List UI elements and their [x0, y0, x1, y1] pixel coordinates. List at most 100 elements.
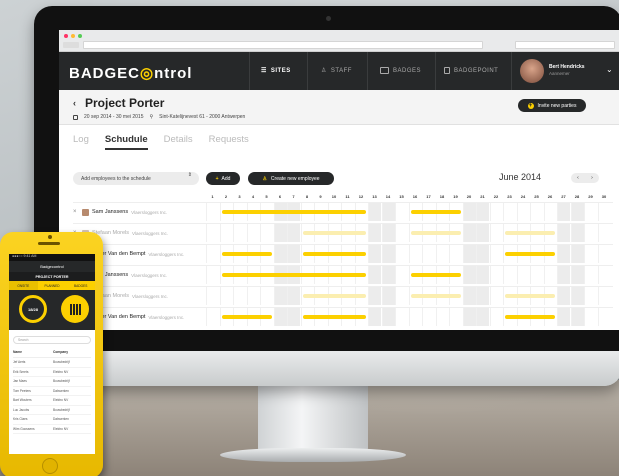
day-cell[interactable]	[462, 266, 476, 284]
nav-item-sites[interactable]: ☰ SITES	[261, 67, 291, 75]
day-cell[interactable]	[557, 245, 570, 263]
day-cell[interactable]	[489, 245, 503, 263]
schedule-bar[interactable]	[410, 210, 461, 214]
day-cell[interactable]	[476, 287, 489, 305]
avatar[interactable]	[520, 59, 544, 83]
day-cell[interactable]	[584, 224, 597, 242]
schedule-bar[interactable]	[505, 315, 555, 319]
tab-details[interactable]: Details	[164, 134, 193, 150]
table-row[interactable]: ×Didier Van den BemptVlaersloggers Inc.	[73, 244, 613, 263]
day-cell[interactable]	[422, 308, 435, 326]
day-cell[interactable]	[476, 203, 489, 221]
schedule-bar[interactable]	[221, 273, 366, 277]
day-cell[interactable]	[597, 224, 611, 242]
day-cell[interactable]	[584, 203, 597, 221]
phone-list-item[interactable]: Jef Aerts Bouwbedrijf	[13, 358, 91, 368]
day-cell[interactable]	[570, 203, 584, 221]
day-cell[interactable]	[462, 308, 476, 326]
schedule-bar[interactable]	[221, 210, 366, 214]
day-cell[interactable]	[206, 266, 219, 284]
maximize-window-icon[interactable]	[78, 34, 82, 38]
day-cell[interactable]	[570, 224, 584, 242]
schedule-bar[interactable]	[410, 294, 461, 298]
back-icon[interactable]: ‹	[73, 98, 76, 108]
browser-search-field[interactable]	[515, 41, 615, 49]
day-cell[interactable]	[287, 224, 300, 242]
day-cell[interactable]	[287, 287, 300, 305]
phone-list-item[interactable]: Kris Claes Dakwerken	[13, 415, 91, 425]
invite-new-parties-button[interactable]: + Invite new parties	[518, 99, 586, 112]
tab-schedule[interactable]: Schudule	[104, 134, 148, 150]
phone-list-item[interactable]: Jan Maes Bouwbedrijf	[13, 377, 91, 387]
day-cell[interactable]	[570, 245, 584, 263]
day-cell[interactable]	[435, 308, 449, 326]
nav-item-badges[interactable]: BADGES	[380, 67, 421, 74]
close-window-icon[interactable]	[64, 34, 68, 38]
day-cell[interactable]	[570, 308, 584, 326]
day-cell[interactable]	[368, 266, 381, 284]
previous-month-icon[interactable]: ‹	[577, 175, 579, 181]
day-cell[interactable]	[449, 245, 462, 263]
day-cell[interactable]	[597, 203, 611, 221]
tab-log[interactable]: Log	[73, 134, 89, 150]
day-cell[interactable]	[557, 203, 570, 221]
day-cell[interactable]	[395, 224, 408, 242]
day-cell[interactable]	[381, 203, 395, 221]
day-cell[interactable]	[489, 308, 503, 326]
day-cell[interactable]	[219, 287, 233, 305]
day-cell[interactable]	[462, 224, 476, 242]
day-cell[interactable]	[395, 203, 408, 221]
day-cell[interactable]	[381, 245, 395, 263]
day-cell[interactable]	[273, 287, 287, 305]
nav-item-badgepoint[interactable]: BADGEPOINT	[444, 67, 498, 74]
table-row[interactable]: ×Stefaan MorelsVlaersloggers Inc.	[73, 286, 613, 305]
day-cell[interactable]	[489, 224, 503, 242]
schedule-bar[interactable]	[302, 252, 366, 256]
table-row[interactable]: ×Didier Van den BemptVlaersloggers Inc.	[73, 307, 613, 326]
day-cell[interactable]	[273, 308, 287, 326]
day-cell[interactable]	[368, 245, 381, 263]
day-cell[interactable]	[395, 266, 408, 284]
phone-list-item[interactable]: Wim Goossens Elektro NV	[13, 425, 91, 434]
home-button[interactable]	[42, 458, 58, 474]
day-cell[interactable]	[260, 287, 273, 305]
day-cell[interactable]	[584, 287, 597, 305]
day-cell[interactable]	[449, 308, 462, 326]
table-row[interactable]: ×Sam JanssensVlaersloggers Inc.	[73, 202, 613, 221]
schedule-bar[interactable]	[505, 294, 555, 298]
day-cell[interactable]	[557, 266, 570, 284]
qr-code-icon[interactable]	[61, 295, 89, 323]
day-cell[interactable]	[381, 308, 395, 326]
day-cell[interactable]	[516, 203, 530, 221]
schedule-bar[interactable]	[505, 252, 555, 256]
day-cell[interactable]	[557, 224, 570, 242]
phone-list-item[interactable]: Luc Jacobs Bouwbedrijf	[13, 406, 91, 415]
day-cell[interactable]	[260, 224, 273, 242]
day-cell[interactable]	[206, 245, 219, 263]
day-cell[interactable]	[219, 224, 233, 242]
day-cell[interactable]	[503, 203, 516, 221]
day-cell[interactable]	[381, 266, 395, 284]
day-cell[interactable]	[597, 245, 611, 263]
day-cell[interactable]	[597, 308, 611, 326]
day-cell[interactable]	[233, 224, 246, 242]
day-cell[interactable]	[489, 266, 503, 284]
day-cell[interactable]	[206, 224, 219, 242]
schedule-bar[interactable]	[302, 294, 366, 298]
schedule-bar[interactable]	[505, 231, 555, 235]
table-row[interactable]: ×Sam JanssensVlaersloggers Inc.	[73, 265, 613, 284]
day-cell[interactable]	[395, 245, 408, 263]
add-button[interactable]: + Add	[206, 172, 240, 185]
day-cell[interactable]	[597, 266, 611, 284]
schedule-bar[interactable]	[221, 315, 272, 319]
day-cell[interactable]	[381, 287, 395, 305]
remove-icon[interactable]: ×	[73, 209, 79, 215]
day-cell[interactable]	[246, 224, 260, 242]
phone-tab-badges[interactable]: BADGES	[66, 281, 95, 290]
day-cell[interactable]	[557, 287, 570, 305]
phone-list-item[interactable]: Bart Wouters Elektro NV	[13, 396, 91, 406]
schedule-bar[interactable]	[221, 252, 272, 256]
schedule-bar[interactable]	[302, 231, 366, 235]
minimize-window-icon[interactable]	[71, 34, 75, 38]
day-cell[interactable]	[435, 245, 449, 263]
